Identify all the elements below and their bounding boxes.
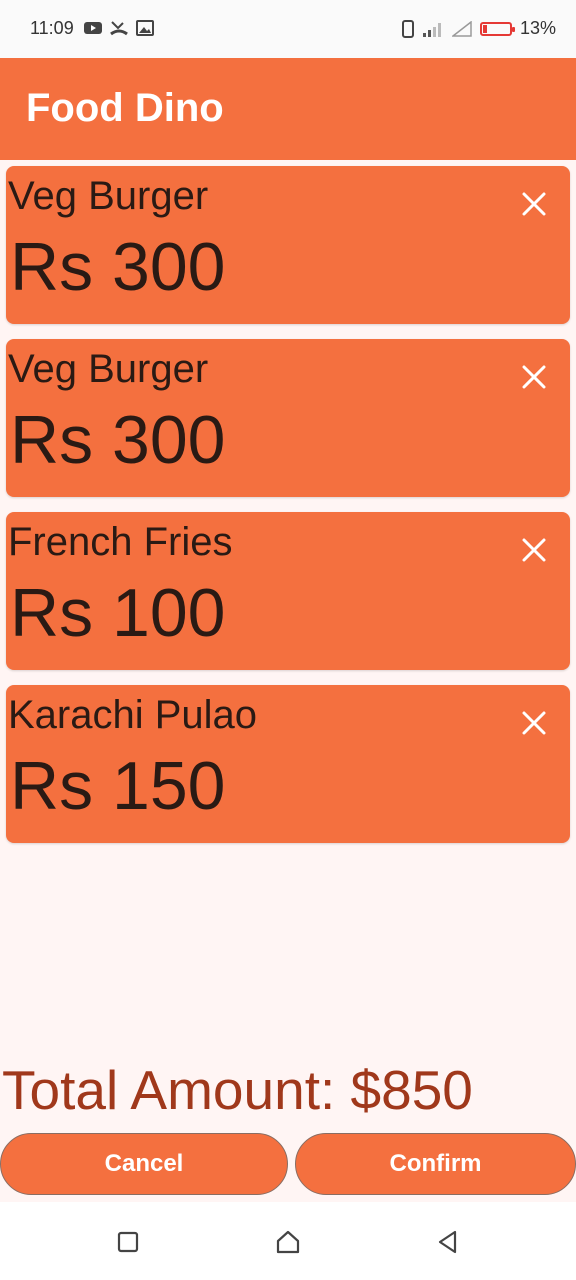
back-icon[interactable] (435, 1229, 461, 1255)
cart-item-card: French Fries Rs 100 (6, 512, 570, 670)
item-name: Veg Burger (8, 174, 209, 218)
confirm-button[interactable]: Confirm (295, 1133, 576, 1195)
home-icon[interactable] (275, 1229, 301, 1255)
navigation-bar (0, 1202, 576, 1280)
status-bar: 11:09 13% (0, 0, 576, 58)
close-icon[interactable] (520, 363, 548, 391)
wifi-off-icon (451, 20, 472, 37)
cart-item-card: Veg Burger Rs 300 (6, 339, 570, 497)
item-price: Rs 150 (10, 748, 226, 824)
close-icon[interactable] (520, 709, 548, 737)
item-name: Veg Burger (8, 347, 209, 391)
battery-percent: 13% (519, 18, 556, 38)
close-icon[interactable] (520, 536, 548, 564)
app-title: Food Dino (26, 86, 224, 130)
item-price: Rs 300 (10, 229, 226, 305)
signal-icon (422, 22, 441, 37)
missed-call-icon (110, 21, 128, 36)
total-amount: Total Amount: $850 (2, 1059, 473, 1121)
image-icon (136, 20, 154, 36)
item-price: Rs 300 (10, 402, 226, 478)
status-time: 11:09 (30, 18, 74, 38)
battery-low-icon (479, 21, 515, 36)
youtube-icon (84, 22, 102, 34)
cart-item-card: Veg Burger Rs 300 (6, 166, 570, 324)
cart-item-card: Karachi Pulao Rs 150 (6, 685, 570, 843)
item-name: French Fries (8, 520, 233, 564)
close-icon[interactable] (520, 190, 548, 218)
recent-apps-icon[interactable] (115, 1229, 141, 1255)
item-name: Karachi Pulao (8, 693, 258, 737)
app-bar: Food Dino (0, 58, 576, 160)
phone-icon (401, 19, 414, 38)
cart-content: Veg Burger Rs 300 Veg Burger Rs 300 Fren… (0, 160, 576, 1202)
item-price: Rs 100 (10, 575, 226, 651)
cancel-button[interactable]: Cancel (0, 1133, 288, 1195)
